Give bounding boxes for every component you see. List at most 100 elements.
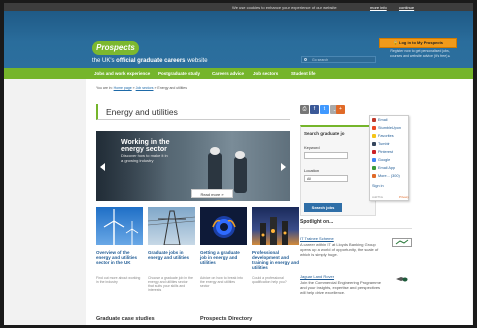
spotlight-text: Join the Commercial Engineering Programm…: [300, 280, 381, 295]
card-description: Could a professional qualification help …: [252, 276, 287, 284]
card-heading[interactable]: Overview of the energy and utilities sec…: [96, 250, 143, 265]
nav-item-job-sectors[interactable]: Job sectors: [253, 71, 278, 76]
hero-heading-line2: energy sector: [121, 146, 167, 153]
addthis-brand[interactable]: AddThis: [372, 195, 383, 199]
keyword-input[interactable]: [304, 152, 348, 159]
star-icon: [372, 134, 376, 138]
email-app-icon: [372, 166, 376, 170]
share-item-stumbleupon[interactable]: StumbleUpon: [372, 126, 401, 130]
card-description: Choose a graduate job in the energy and …: [148, 276, 193, 292]
search-jobs-button[interactable]: Search jobs: [304, 203, 342, 212]
cookie-continue-link[interactable]: continue: [399, 5, 414, 10]
tagline-pre: the UK's: [92, 58, 117, 64]
job-search-heading: Search graduate jo: [304, 131, 345, 136]
share-item-email[interactable]: Email: [372, 118, 388, 122]
cookie-bar: We use cookies to enhance your experienc…: [4, 3, 473, 11]
search-placeholder: Go search: [312, 58, 329, 62]
register-text[interactable]: Register now to get personalised jobs, c…: [385, 49, 455, 58]
hard-hat: [210, 147, 220, 155]
card-getting-job[interactable]: Getting a graduate job in energy and uti…: [200, 207, 247, 288]
share-dropdown-menu: Email StumbleUpon Favorites Tumblr Pinte…: [369, 115, 409, 201]
breadcrumb-home[interactable]: Home page: [114, 86, 132, 90]
gas-flame-image: [200, 207, 247, 245]
share-item-tumblr[interactable]: Tumblr: [372, 142, 390, 146]
breadcrumb-section[interactable]: Job sectors: [136, 86, 154, 90]
share-item-label: Favorites: [378, 134, 394, 138]
card-heading[interactable]: Graduate jobs in energy and utilities: [148, 250, 195, 260]
card-professional-development[interactable]: Professional development and training in…: [252, 207, 299, 284]
share-item-label: Email: [378, 118, 388, 122]
graduate-case-studies-heading[interactable]: Graduate case studies: [96, 316, 155, 322]
lloyds-logo[interactable]: [392, 238, 412, 247]
hard-hat: [235, 151, 245, 159]
nav-item-careers-advice[interactable]: Careers advice: [212, 71, 244, 76]
carousel-next-icon[interactable]: [281, 163, 286, 171]
carousel-prev-icon[interactable]: [100, 163, 105, 171]
spotlight-text: A career within IT at Lloyds Banking Gro…: [300, 242, 379, 257]
power-station-image: [252, 207, 299, 245]
prospects-logo[interactable]: Prospects: [92, 41, 139, 55]
facebook-icon[interactable]: f: [310, 105, 319, 114]
share-item-pinterest[interactable]: Pinterest: [372, 150, 393, 154]
location-label: Location: [304, 168, 320, 173]
breadcrumb-prefix: You are in:: [96, 86, 113, 90]
power-lines-image: [148, 207, 195, 245]
email-icon: [372, 118, 376, 122]
nav-item-postgraduate[interactable]: Postgraduate study: [158, 71, 200, 76]
login-label: Log in to My Prospects: [399, 40, 444, 45]
hero-subtext: Discover how to make it in a growing ind…: [121, 153, 168, 163]
addthis-plus-icon[interactable]: +: [336, 105, 345, 114]
divider: [300, 228, 412, 229]
hero-carousel[interactable]: Working in the energy sector Discover ho…: [96, 131, 290, 201]
share-item-label: More... (300): [378, 174, 400, 178]
share-item-label: Google: [378, 158, 391, 162]
cookie-more-info-link[interactable]: more info: [370, 5, 387, 10]
login-button[interactable]: 🔒 Log in to My Prospects: [379, 38, 457, 48]
hero-heading-line1: Working in the: [121, 139, 170, 146]
share-item-sign-in[interactable]: Sign in: [372, 184, 384, 188]
stumbleupon-icon: [372, 126, 376, 130]
hero-heading: Working in the energy sector: [121, 139, 169, 153]
title-bar: Energy and utilities: [96, 104, 290, 120]
share-item-label: StumbleUpon: [378, 126, 402, 130]
share-item-email-app[interactable]: Email App: [372, 166, 395, 170]
job-search-panel: Search graduate jo Keyword Location All …: [300, 125, 376, 216]
worker-figure: [208, 153, 222, 193]
share-item-label: Email App: [378, 166, 396, 170]
spotlight-heading: Spotlight on...: [300, 219, 334, 225]
wind-turbine-image: [96, 207, 143, 245]
card-overview[interactable]: Overview of the energy and utilities sec…: [96, 207, 143, 284]
spotlight-link[interactable]: Jaguar Land Rover: [300, 274, 334, 279]
share-item-google[interactable]: Google: [372, 158, 390, 162]
page-title: Energy and utilities: [106, 107, 178, 117]
share-toolbar: ⎙ f t ⌄ +: [300, 105, 345, 115]
pinterest-icon: [372, 150, 376, 154]
location-select[interactable]: All: [304, 175, 348, 182]
nav-item-jobs[interactable]: Jobs and work experience: [94, 71, 150, 76]
nav-item-student-life[interactable]: Student life: [291, 71, 316, 76]
twitter-icon[interactable]: t: [320, 105, 329, 114]
tagline-bold: official graduate careers: [116, 58, 186, 64]
browser-frame: We use cookies to enhance your experienc…: [4, 3, 473, 325]
keyword-label: Keyword: [304, 145, 320, 150]
hero-read-more-button[interactable]: Read more »: [191, 189, 233, 198]
share-item-label: Sign in: [372, 184, 384, 188]
breadcrumb: You are in: Home page » Job sectors » En…: [96, 86, 187, 90]
privacy-link[interactable]: Privacy: [399, 195, 409, 199]
jaguar-land-rover-logo[interactable]: [396, 276, 408, 283]
card-graduate-jobs[interactable]: Graduate jobs in energy and utilities Ch…: [148, 207, 195, 292]
share-item-favorites[interactable]: Favorites: [372, 134, 394, 138]
site-tagline: the UK's official graduate careers websi…: [92, 58, 208, 64]
site-search-input[interactable]: Go search: [301, 56, 376, 63]
spotlight-link[interactable]: IT Trainee Scheme: [300, 236, 334, 241]
prospects-directory-heading[interactable]: Prospects Directory: [200, 316, 252, 322]
site-header: Prospects the UK's official graduate car…: [4, 11, 473, 68]
google-icon: [372, 158, 376, 162]
card-description: Find out more about working in the indus…: [96, 276, 141, 284]
print-icon[interactable]: ⎙: [300, 105, 309, 114]
tagline-post: website: [185, 58, 208, 64]
cookie-message: We use cookies to enhance your experienc…: [232, 5, 337, 10]
card-heading[interactable]: Professional development and training in…: [252, 250, 299, 270]
share-item-more[interactable]: More... (300): [372, 174, 400, 178]
card-heading[interactable]: Getting a graduate job in energy and uti…: [200, 250, 247, 265]
